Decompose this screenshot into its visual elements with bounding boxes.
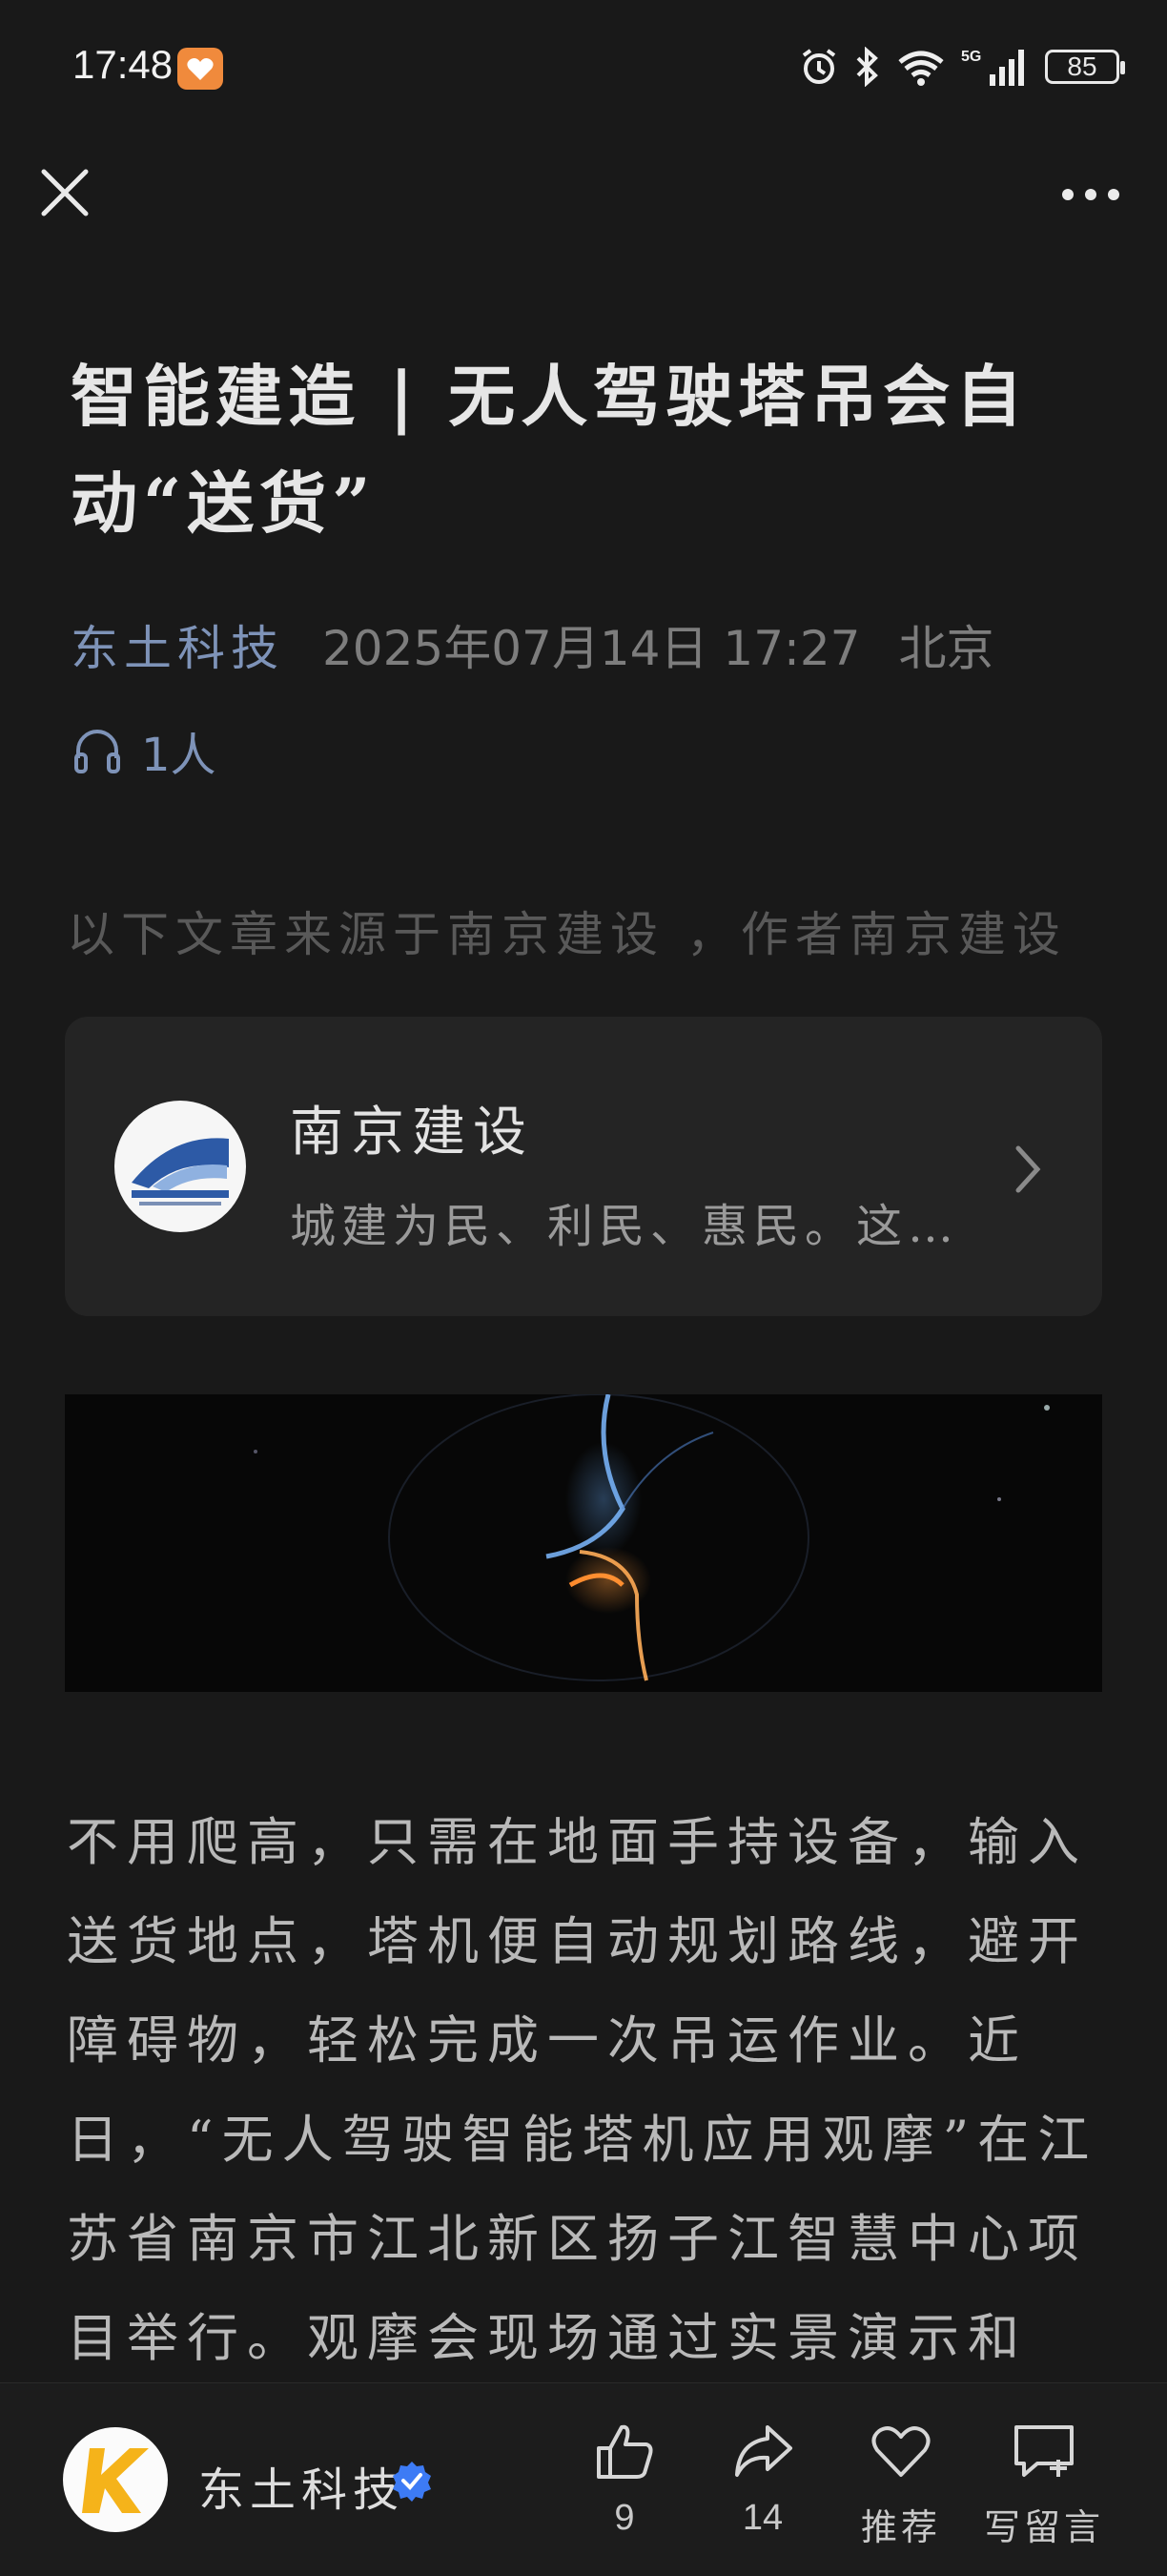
heart-icon — [871, 2426, 931, 2477]
author-link[interactable]: 东土科技 — [71, 610, 284, 679]
cellular-signal-icon: 5G — [961, 49, 1024, 86]
source-note: 以下文章来源于南京建设 ，作者南京建设 — [67, 907, 1067, 962]
battery-indicator: 85 — [1045, 50, 1125, 84]
more-icon — [1062, 189, 1119, 200]
share-icon — [735, 2425, 792, 2477]
source-account-description: 城建为民、利民、惠民。这… — [290, 1200, 960, 1253]
account-avatar[interactable] — [63, 2427, 168, 2532]
close-button[interactable] — [34, 162, 95, 223]
thumbs-up-icon — [597, 2424, 653, 2479]
listener-count: 1人 — [141, 729, 216, 782]
alarm-icon — [802, 49, 836, 84]
listen-button[interactable]: 1人 — [71, 717, 216, 784]
recommend-button[interactable]: 推荐 — [844, 2418, 958, 2550]
article-meta: 东土科技 2025年07月14日 17:27 北京 — [71, 610, 993, 679]
more-options-button[interactable] — [1053, 172, 1129, 217]
wifi-icon — [898, 51, 944, 86]
publish-date: 2025年07月14日 17:27 — [322, 621, 861, 676]
battery-level: 85 — [1067, 52, 1097, 81]
like-count: 9 — [614, 2498, 635, 2538]
share-button[interactable]: 14 — [706, 2418, 820, 2539]
bluetooth-icon — [856, 47, 878, 87]
publish-location: 北京 — [898, 621, 994, 676]
card-arrow — [1009, 1141, 1047, 1202]
account-name[interactable]: 东土科技 — [198, 2452, 404, 2519]
comment-button[interactable]: 写留言 — [982, 2418, 1106, 2550]
chevron-right-icon — [1015, 1145, 1041, 1193]
network-label: 5G — [961, 49, 981, 65]
source-account-name: 南京建设 — [290, 1102, 534, 1164]
recommend-label: 推荐 — [860, 2506, 941, 2548]
app-notification-icon — [177, 48, 223, 90]
source-account-avatar — [114, 1101, 246, 1232]
source-account-card[interactable]: 南京建设 城建为民、利民、惠民。这… — [65, 1017, 1102, 1316]
headphones-icon — [74, 730, 120, 773]
bottom-action-bar: 东土科技 9 14 推荐 写留言 — [0, 2382, 1167, 2576]
article-title: 智能建造 | 无人驾驶塔吊会自动“送货” — [71, 357, 1029, 543]
verified-badge-icon — [391, 2460, 433, 2502]
article-body: 不用爬高，只需在地面手持设备，输入送货地点，塔机便自动规划路线，避开障碍物，轻松… — [67, 1812, 1098, 2368]
comment-icon — [1014, 2425, 1074, 2477]
article-video[interactable] — [65, 1394, 1102, 1692]
status-time: 17:48 — [72, 42, 174, 87]
status-icons: 5G 85 — [799, 44, 1125, 90]
like-button[interactable]: 9 — [567, 2418, 682, 2539]
comment-label: 写留言 — [983, 2506, 1104, 2548]
share-count: 14 — [742, 2498, 784, 2538]
close-icon — [41, 169, 89, 216]
